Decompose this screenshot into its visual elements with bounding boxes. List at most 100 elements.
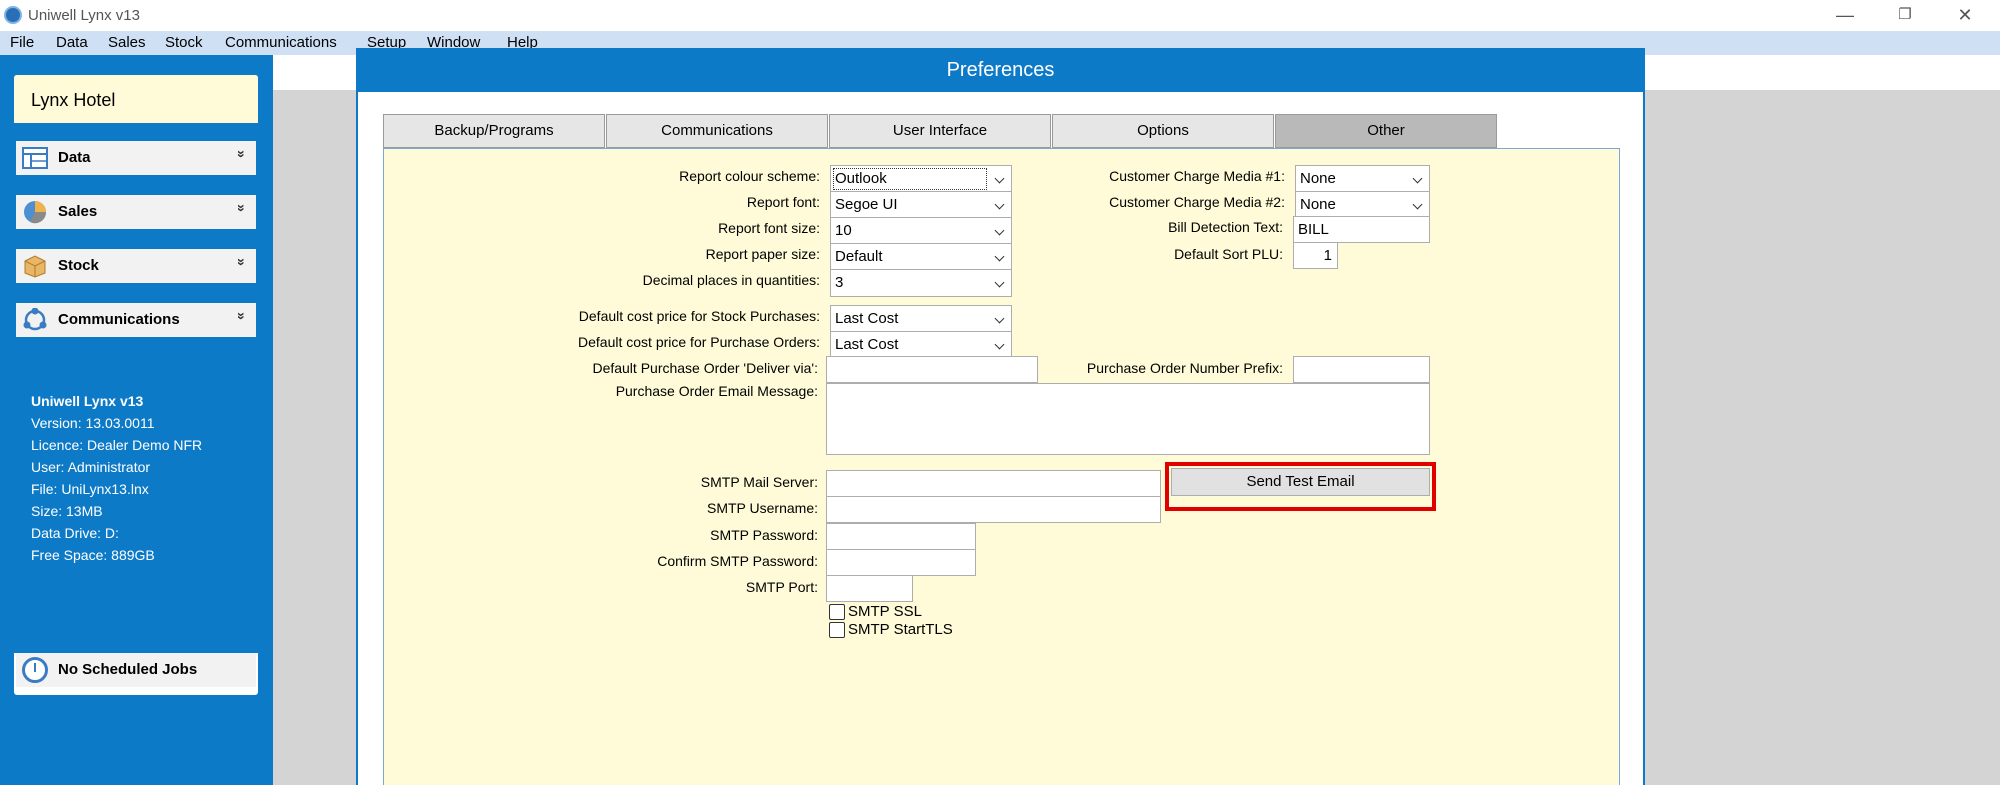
navigation-card: Lynx Hotel Data » Sales » Stock » Commun… xyxy=(14,75,258,695)
cost-purchase-orders-select[interactable]: Last Cost xyxy=(830,331,1012,359)
smtp-username-input[interactable] xyxy=(826,496,1161,523)
report-font-size-value: 10 xyxy=(835,222,852,239)
chevron-down-icon: » xyxy=(234,150,251,158)
restore-button[interactable]: ❐ xyxy=(1875,2,1935,28)
navigation-list: Data » Sales » Stock » Communications » xyxy=(14,123,258,653)
tab-user-interface[interactable]: User Interface xyxy=(829,114,1051,148)
smtp-confirm-password-input[interactable] xyxy=(826,549,976,576)
tab-backup-programs[interactable]: Backup/Programs xyxy=(383,114,605,148)
report-font-label: Report font: xyxy=(746,194,820,210)
charge-media-2-value: None xyxy=(1300,196,1336,213)
po-email-message-label: Purchase Order Email Message: xyxy=(615,383,818,399)
chevron-down-icon xyxy=(994,313,1005,324)
tab-communications[interactable]: Communications xyxy=(606,114,828,148)
chevron-down-icon xyxy=(1412,199,1423,210)
report-paper-size-value: Default xyxy=(835,248,883,265)
focus-indicator xyxy=(833,168,987,190)
po-email-message-textarea[interactable] xyxy=(826,383,1430,455)
default-sort-plu-input[interactable]: 1 xyxy=(1293,242,1338,269)
charge-media-2-select[interactable]: None xyxy=(1295,191,1430,219)
chevron-down-icon: » xyxy=(234,204,251,212)
cost-purchase-orders-value: Last Cost xyxy=(835,336,899,353)
decimal-places-label: Decimal places in quantities: xyxy=(642,272,820,288)
sidebar-item-label: Sales xyxy=(58,203,98,220)
cost-stock-purchases-value: Last Cost xyxy=(835,310,899,327)
smtp-ssl-checkbox[interactable] xyxy=(829,604,845,620)
default-sort-plu-label: Default Sort PLU: xyxy=(1174,246,1283,262)
hotel-name: Lynx Hotel xyxy=(31,90,116,110)
cost-stock-purchases-select[interactable]: Last Cost xyxy=(830,305,1012,333)
sidebar-item-sales[interactable]: Sales » xyxy=(16,195,256,229)
menu-file[interactable]: File xyxy=(10,34,34,51)
menu-stock[interactable]: Stock xyxy=(165,34,203,51)
title-bar: Uniwell Lynx v13 — ❐ ✕ xyxy=(0,0,2000,31)
smtp-password-label: SMTP Password: xyxy=(710,527,818,543)
chevron-down-icon xyxy=(994,339,1005,350)
po-number-prefix-label: Purchase Order Number Prefix: xyxy=(1086,360,1283,376)
report-paper-size-label: Report paper size: xyxy=(705,246,820,262)
report-font-value: Segoe UI xyxy=(835,196,898,213)
report-colour-scheme-label: Report colour scheme: xyxy=(679,168,820,184)
menu-communications[interactable]: Communications xyxy=(225,34,337,51)
smtp-password-input[interactable] xyxy=(826,523,976,550)
other-tab-panel: Report colour scheme: Outlook Report fon… xyxy=(383,148,1620,785)
po-deliver-via-label: Default Purchase Order 'Deliver via': xyxy=(592,360,818,376)
smtp-server-label: SMTP Mail Server: xyxy=(700,474,818,490)
window-title: Uniwell Lynx v13 xyxy=(28,7,140,24)
left-navigation-pane: Lynx Hotel Data » Sales » Stock » Commun… xyxy=(0,55,273,785)
charge-media-2-label: Customer Charge Media #2: xyxy=(1109,194,1285,210)
chevron-down-icon: » xyxy=(234,312,251,320)
smtp-starttls-label: SMTP StartTLS xyxy=(848,621,953,638)
menu-data[interactable]: Data xyxy=(56,34,88,51)
charge-media-1-select[interactable]: None xyxy=(1295,165,1430,193)
decimal-places-select[interactable]: 3 xyxy=(830,269,1012,297)
sidebar-item-data[interactable]: Data » xyxy=(16,141,256,175)
info-file: File: UniLynx13.lnx xyxy=(31,481,149,497)
app-logo-icon xyxy=(4,6,22,24)
sidebar-item-label: Communications xyxy=(58,311,180,328)
scheduled-jobs[interactable]: No Scheduled Jobs xyxy=(16,653,256,687)
smtp-starttls-checkbox[interactable] xyxy=(829,622,845,638)
info-user: User: Administrator xyxy=(31,459,151,475)
smtp-port-label: SMTP Port: xyxy=(745,579,818,595)
minimize-button[interactable]: — xyxy=(1815,2,1875,28)
sidebar-item-stock[interactable]: Stock » xyxy=(16,249,256,283)
close-button[interactable]: ✕ xyxy=(1935,2,1995,28)
bill-detection-input[interactable]: BILL xyxy=(1293,216,1430,243)
data-icon xyxy=(22,147,48,169)
smtp-username-label: SMTP Username: xyxy=(707,500,818,516)
decimal-places-value: 3 xyxy=(835,274,844,291)
chevron-down-icon xyxy=(994,277,1005,288)
info-app-name: Uniwell Lynx v13 xyxy=(31,393,144,409)
tab-options[interactable]: Options xyxy=(1052,114,1274,148)
sidebar-item-communications[interactable]: Communications » xyxy=(16,303,256,337)
smtp-confirm-password-label: Confirm SMTP Password: xyxy=(657,553,818,569)
system-info: Uniwell Lynx v13 Version: 13.03.0011 Lic… xyxy=(31,390,202,566)
cost-stock-purchases-label: Default cost price for Stock Purchases: xyxy=(578,308,820,324)
hotel-header: Lynx Hotel xyxy=(14,75,258,123)
cost-purchase-orders-label: Default cost price for Purchase Orders: xyxy=(578,334,820,350)
chevron-down-icon: » xyxy=(234,258,251,266)
bill-detection-label: Bill Detection Text: xyxy=(1168,219,1283,235)
menu-sales[interactable]: Sales xyxy=(108,34,146,51)
send-test-email-button[interactable]: Send Test Email xyxy=(1171,468,1430,496)
po-number-prefix-input[interactable] xyxy=(1293,356,1430,383)
tab-other[interactable]: Other xyxy=(1275,114,1497,148)
sidebar-item-label: Data xyxy=(58,149,91,166)
smtp-server-input[interactable] xyxy=(826,470,1161,497)
info-version: Version: 13.03.0011 xyxy=(31,415,155,431)
box-icon xyxy=(24,255,46,278)
charge-media-1-label: Customer Charge Media #1: xyxy=(1109,168,1285,184)
charge-media-1-value: None xyxy=(1300,170,1336,187)
smtp-ssl-label: SMTP SSL xyxy=(848,603,922,620)
sidebar-item-label: Stock xyxy=(58,257,99,274)
clock-icon xyxy=(22,657,48,683)
smtp-port-input[interactable] xyxy=(826,575,913,602)
info-data-drive: Data Drive: D: xyxy=(31,525,119,541)
info-free-space: Free Space: 889GB xyxy=(31,547,155,563)
info-licence: Licence: Dealer Demo NFR xyxy=(31,437,203,453)
chevron-down-icon xyxy=(1412,173,1423,184)
pie-chart-icon xyxy=(24,201,47,224)
scheduled-jobs-label: No Scheduled Jobs xyxy=(58,661,198,678)
info-size: Size: 13MB xyxy=(31,503,103,519)
